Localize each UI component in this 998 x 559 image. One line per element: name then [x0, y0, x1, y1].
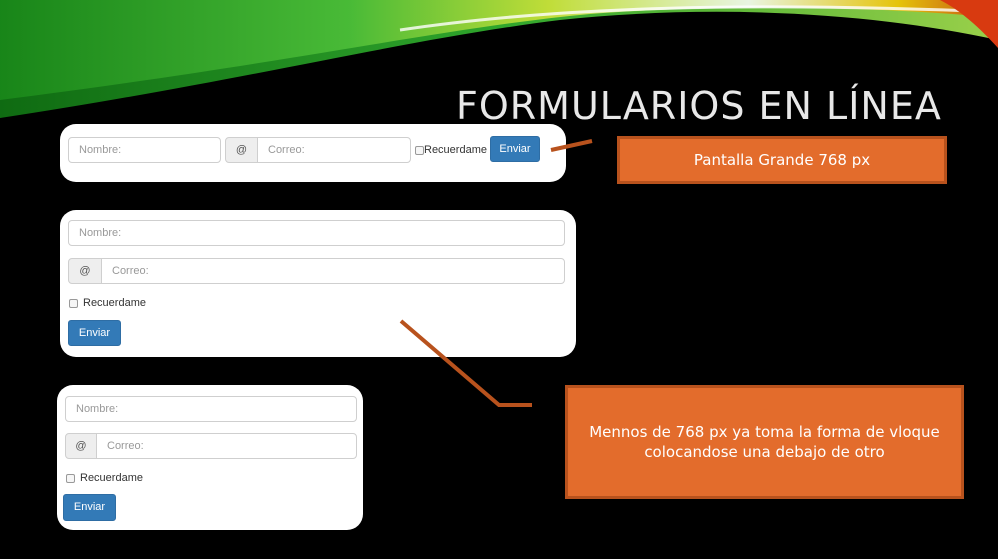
slide: FORMULARIOS EN LÍNEA Nombre: @ Correo: R… — [0, 0, 998, 559]
callout-small-screen-text: Mennos de 768 px ya toma la forma de vlo… — [589, 423, 940, 461]
callout-small-screen: Mennos de 768 px ya toma la forma de vlo… — [565, 385, 964, 499]
callout-large-screen-text: Pantalla Grande 768 px — [693, 151, 871, 169]
callout-large-screen: Pantalla Grande 768 px — [617, 136, 947, 184]
